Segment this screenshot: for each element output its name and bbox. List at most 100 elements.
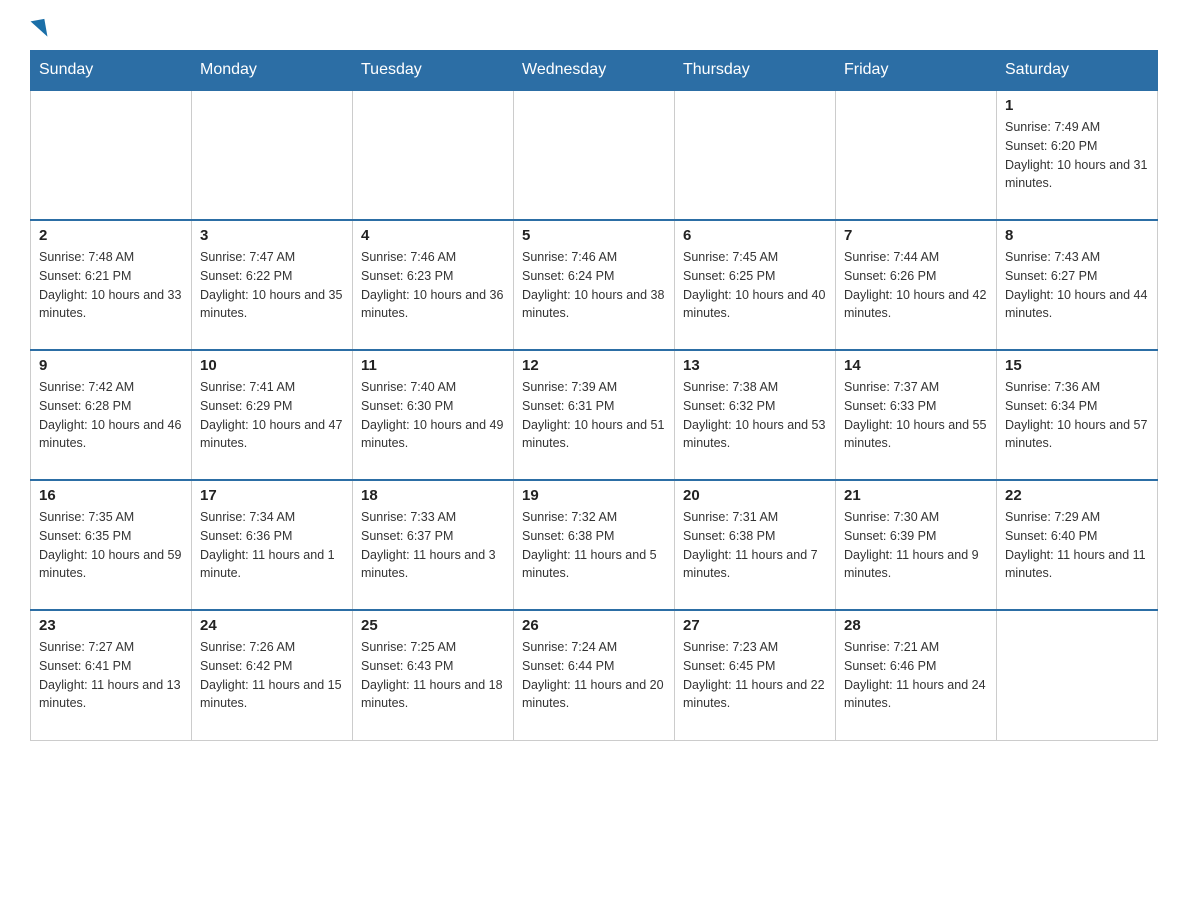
calendar-cell: 6Sunrise: 7:45 AM Sunset: 6:25 PM Daylig… bbox=[675, 220, 836, 350]
day-info: Sunrise: 7:44 AM Sunset: 6:26 PM Dayligh… bbox=[844, 248, 988, 323]
calendar-cell: 16 Sunrise: 7:35 AM Sunset: 6:35 PM Dayli… bbox=[31, 480, 192, 610]
day-info: Sunrise: 7:24 AM Sunset: 6:44 PM Dayligh… bbox=[522, 638, 666, 713]
calendar-cell: 10 Sunrise: 7:41 AM Sunset: 6:29 PM Dayli… bbox=[192, 350, 353, 480]
day-number: 27 bbox=[683, 617, 827, 634]
calendar-cell: 22 Sunrise: 7:29 AM Sunset: 6:40 PM Dayli… bbox=[997, 480, 1158, 610]
day-number: 21 bbox=[844, 487, 988, 504]
day-info: Sunrise: 7:46 AM Sunset: 6:23 PM Dayligh… bbox=[361, 248, 505, 323]
day-info: Sunrise: 7:21 AM Sunset: 6:46 PM Dayligh… bbox=[844, 638, 988, 713]
calendar-day-header: Monday bbox=[192, 51, 353, 91]
day-info: Sunrise: 7:48 AM Sunset: 6:21 PM Dayligh… bbox=[39, 248, 183, 323]
day-number: 8 bbox=[1005, 227, 1149, 244]
day-info: Sunrise: 7:30 AM Sunset: 6:39 PM Dayligh… bbox=[844, 508, 988, 583]
calendar-week-row: 16 Sunrise: 7:35 AM Sunset: 6:35 PM Dayli… bbox=[31, 480, 1158, 610]
day-info: Sunrise: 7:42 AM Sunset: 6:28 PM Dayligh… bbox=[39, 378, 183, 453]
day-info: Sunrise: 7:47 AM Sunset: 6:22 PM Dayligh… bbox=[200, 248, 344, 323]
day-number: 18 bbox=[361, 487, 505, 504]
day-number: 1 bbox=[1005, 97, 1149, 114]
calendar-cell: 23 Sunrise: 7:27 AM Sunset: 6:41 PM Dayli… bbox=[31, 610, 192, 740]
page-header bbox=[30, 20, 1158, 32]
day-info: Sunrise: 7:23 AM Sunset: 6:45 PM Dayligh… bbox=[683, 638, 827, 713]
day-number: 23 bbox=[39, 617, 183, 634]
calendar-cell: 19 Sunrise: 7:32 AM Sunset: 6:38 PM Dayli… bbox=[514, 480, 675, 610]
calendar-cell: 25 Sunrise: 7:25 AM Sunset: 6:43 PM Dayli… bbox=[353, 610, 514, 740]
day-number: 20 bbox=[683, 487, 827, 504]
day-number: 6 bbox=[683, 227, 827, 244]
day-info: Sunrise: 7:40 AM Sunset: 6:30 PM Dayligh… bbox=[361, 378, 505, 453]
calendar-cell bbox=[514, 90, 675, 220]
calendar-week-row: 1 Sunrise: 7:49 AM Sunset: 6:20 PM Daylig… bbox=[31, 90, 1158, 220]
day-info: Sunrise: 7:46 AM Sunset: 6:24 PM Dayligh… bbox=[522, 248, 666, 323]
day-info: Sunrise: 7:33 AM Sunset: 6:37 PM Dayligh… bbox=[361, 508, 505, 583]
day-number: 14 bbox=[844, 357, 988, 374]
calendar-cell: 3 Sunrise: 7:47 AM Sunset: 6:22 PM Daylig… bbox=[192, 220, 353, 350]
calendar-week-row: 9 Sunrise: 7:42 AM Sunset: 6:28 PM Daylig… bbox=[31, 350, 1158, 480]
day-number: 3 bbox=[200, 227, 344, 244]
calendar-cell: 14 Sunrise: 7:37 AM Sunset: 6:33 PM Dayli… bbox=[836, 350, 997, 480]
day-number: 26 bbox=[522, 617, 666, 634]
calendar-cell: 7 Sunrise: 7:44 AM Sunset: 6:26 PM Daylig… bbox=[836, 220, 997, 350]
day-number: 19 bbox=[522, 487, 666, 504]
day-number: 15 bbox=[1005, 357, 1149, 374]
calendar-day-header: Friday bbox=[836, 51, 997, 91]
calendar-cell: 8 Sunrise: 7:43 AM Sunset: 6:27 PM Daylig… bbox=[997, 220, 1158, 350]
logo bbox=[30, 20, 54, 32]
calendar-cell bbox=[31, 90, 192, 220]
calendar-cell bbox=[192, 90, 353, 220]
calendar-cell: 1 Sunrise: 7:49 AM Sunset: 6:20 PM Daylig… bbox=[997, 90, 1158, 220]
day-number: 12 bbox=[522, 357, 666, 374]
day-info: Sunrise: 7:37 AM Sunset: 6:33 PM Dayligh… bbox=[844, 378, 988, 453]
day-number: 13 bbox=[683, 357, 827, 374]
day-number: 28 bbox=[844, 617, 988, 634]
calendar-day-header: Tuesday bbox=[353, 51, 514, 91]
calendar-cell: 11 Sunrise: 7:40 AM Sunset: 6:30 PM Dayli… bbox=[353, 350, 514, 480]
calendar-cell: 13 Sunrise: 7:38 AM Sunset: 6:32 PM Dayli… bbox=[675, 350, 836, 480]
calendar-cell: 9 Sunrise: 7:42 AM Sunset: 6:28 PM Daylig… bbox=[31, 350, 192, 480]
day-info: Sunrise: 7:39 AM Sunset: 6:31 PM Dayligh… bbox=[522, 378, 666, 453]
calendar-cell bbox=[836, 90, 997, 220]
calendar-cell: 21 Sunrise: 7:30 AM Sunset: 6:39 PM Dayli… bbox=[836, 480, 997, 610]
day-info: Sunrise: 7:35 AM Sunset: 6:35 PM Dayligh… bbox=[39, 508, 183, 583]
calendar-week-row: 2 Sunrise: 7:48 AM Sunset: 6:21 PM Daylig… bbox=[31, 220, 1158, 350]
day-number: 17 bbox=[200, 487, 344, 504]
day-info: Sunrise: 7:43 AM Sunset: 6:27 PM Dayligh… bbox=[1005, 248, 1149, 323]
calendar-cell: 27 Sunrise: 7:23 AM Sunset: 6:45 PM Dayli… bbox=[675, 610, 836, 740]
day-info: Sunrise: 7:31 AM Sunset: 6:38 PM Dayligh… bbox=[683, 508, 827, 583]
calendar-day-header: Thursday bbox=[675, 51, 836, 91]
calendar-week-row: 23 Sunrise: 7:27 AM Sunset: 6:41 PM Dayli… bbox=[31, 610, 1158, 740]
day-info: Sunrise: 7:36 AM Sunset: 6:34 PM Dayligh… bbox=[1005, 378, 1149, 453]
day-number: 22 bbox=[1005, 487, 1149, 504]
calendar-cell: 12 Sunrise: 7:39 AM Sunset: 6:31 PM Dayli… bbox=[514, 350, 675, 480]
day-info: Sunrise: 7:49 AM Sunset: 6:20 PM Dayligh… bbox=[1005, 118, 1149, 193]
calendar-cell: 4 Sunrise: 7:46 AM Sunset: 6:23 PM Daylig… bbox=[353, 220, 514, 350]
calendar-cell bbox=[353, 90, 514, 220]
calendar-table: SundayMondayTuesdayWednesdayThursdayFrid… bbox=[30, 50, 1158, 741]
calendar-cell: 20 Sunrise: 7:31 AM Sunset: 6:38 PM Dayli… bbox=[675, 480, 836, 610]
logo-arrow-icon bbox=[31, 19, 48, 39]
day-number: 16 bbox=[39, 487, 183, 504]
day-number: 2 bbox=[39, 227, 183, 244]
day-info: Sunrise: 7:38 AM Sunset: 6:32 PM Dayligh… bbox=[683, 378, 827, 453]
calendar-day-header: Sunday bbox=[31, 51, 192, 91]
day-number: 24 bbox=[200, 617, 344, 634]
calendar-cell: 2 Sunrise: 7:48 AM Sunset: 6:21 PM Daylig… bbox=[31, 220, 192, 350]
calendar-cell bbox=[675, 90, 836, 220]
day-info: Sunrise: 7:41 AM Sunset: 6:29 PM Dayligh… bbox=[200, 378, 344, 453]
calendar-day-header: Wednesday bbox=[514, 51, 675, 91]
day-number: 10 bbox=[200, 357, 344, 374]
day-number: 5 bbox=[522, 227, 666, 244]
day-number: 7 bbox=[844, 227, 988, 244]
day-number: 9 bbox=[39, 357, 183, 374]
day-info: Sunrise: 7:32 AM Sunset: 6:38 PM Dayligh… bbox=[522, 508, 666, 583]
day-info: Sunrise: 7:29 AM Sunset: 6:40 PM Dayligh… bbox=[1005, 508, 1149, 583]
calendar-day-header: Saturday bbox=[997, 51, 1158, 91]
day-info: Sunrise: 7:27 AM Sunset: 6:41 PM Dayligh… bbox=[39, 638, 183, 713]
calendar-cell: 26 Sunrise: 7:24 AM Sunset: 6:44 PM Dayli… bbox=[514, 610, 675, 740]
calendar-cell: 28 Sunrise: 7:21 AM Sunset: 6:46 PM Dayli… bbox=[836, 610, 997, 740]
day-info: Sunrise: 7:25 AM Sunset: 6:43 PM Dayligh… bbox=[361, 638, 505, 713]
day-number: 11 bbox=[361, 357, 505, 374]
day-number: 4 bbox=[361, 227, 505, 244]
calendar-header-row: SundayMondayTuesdayWednesdayThursdayFrid… bbox=[31, 51, 1158, 91]
calendar-cell: 18 Sunrise: 7:33 AM Sunset: 6:37 PM Dayli… bbox=[353, 480, 514, 610]
day-number: 25 bbox=[361, 617, 505, 634]
